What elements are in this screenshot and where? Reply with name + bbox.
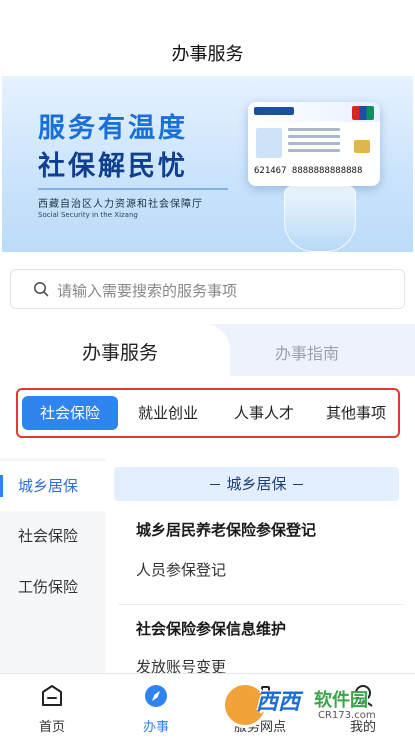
search-input[interactable]: 请输入需要搜索的服务事项 <box>10 269 405 309</box>
cardholder-photo-icon <box>256 128 282 158</box>
category-highlight-box: 社会保险 就业创业 人事人才 其他事项 <box>16 388 400 438</box>
banner-slogan-line2: 社保解民忧 <box>38 151 188 182</box>
sidebar: 城乡居保 社会保险 工伤保险 <box>0 458 106 673</box>
category-personnel[interactable]: 人事人才 <box>218 396 310 430</box>
section-title: 城乡居保 <box>226 475 287 493</box>
watermark-brand2: 软件园 <box>314 690 368 711</box>
category-social-insurance[interactable]: 社会保险 <box>22 396 118 430</box>
home-icon <box>42 685 62 706</box>
nav-home[interactable]: 首页 <box>0 674 104 738</box>
nav-home-label: 首页 <box>38 720 65 735</box>
category-other[interactable]: 其他事项 <box>314 396 398 430</box>
category-employment[interactable]: 就业创业 <box>122 396 214 430</box>
section-header: 城乡居保 <box>114 467 399 501</box>
watermark-logo: 西西 软件园 CR173.com <box>222 680 398 730</box>
category-bar: 社会保险 就业创业 人事人才 其他事项 <box>8 380 408 446</box>
sidebar-item-rural-urban-pension[interactable]: 城乡居保 <box>0 461 106 511</box>
sidebar-item-work-injury[interactable]: 工伤保险 <box>0 562 106 612</box>
page-title: 办事服务 <box>171 44 244 65</box>
tab-service[interactable]: 办事服务 <box>0 324 230 376</box>
unionpay-logo-icon <box>352 106 374 120</box>
service-tabs: 办事服务 办事指南 <box>0 324 415 376</box>
service-item-person-registration[interactable]: 人员参保登记 <box>136 559 226 580</box>
search-placeholder: 请输入需要搜索的服务事项 <box>57 282 238 300</box>
watermark-url: CR173.com <box>318 710 376 721</box>
banner-org-english: Social Security in the Xizang <box>38 211 138 219</box>
search-icon <box>34 282 49 297</box>
app-header: 办事服务 <box>0 0 415 74</box>
promo-banner[interactable]: 服务有温度 社保解民忧 西藏自治区人力资源和社会保障厅 Social Secur… <box>2 76 413 252</box>
bank-logo-icon <box>254 107 294 115</box>
group-title: 社会保险参保信息维护 <box>136 620 287 638</box>
banner-divider <box>38 188 228 190</box>
sidebar-item-social-insurance[interactable]: 社会保险 <box>0 511 106 561</box>
compass-icon <box>145 685 167 707</box>
tab-guide[interactable]: 办事指南 <box>275 340 339 364</box>
divider <box>118 604 403 605</box>
service-list: 城乡居保 城乡居民养老保险参保登记 人员参保登记 社会保险参保信息维护 发放账号… <box>106 458 415 676</box>
social-security-card-image: 621467 8888888888888 <box>248 102 380 186</box>
banner-org-name: 西藏自治区人力资源和社会保障厅 <box>38 199 203 210</box>
card-number: 621467 8888888888888 <box>254 166 363 176</box>
card-chip-icon <box>354 140 370 153</box>
group-title: 城乡居民养老保险参保登记 <box>136 521 317 539</box>
watermark-brand: 西西 <box>256 690 301 715</box>
nav-services[interactable]: 办事 <box>104 674 208 738</box>
tab-service-label: 办事服务 <box>82 342 159 364</box>
banner-slogan-line1: 服务有温度 <box>38 113 188 144</box>
glass-decoration <box>284 186 356 252</box>
nav-services-label: 办事 <box>142 720 169 735</box>
